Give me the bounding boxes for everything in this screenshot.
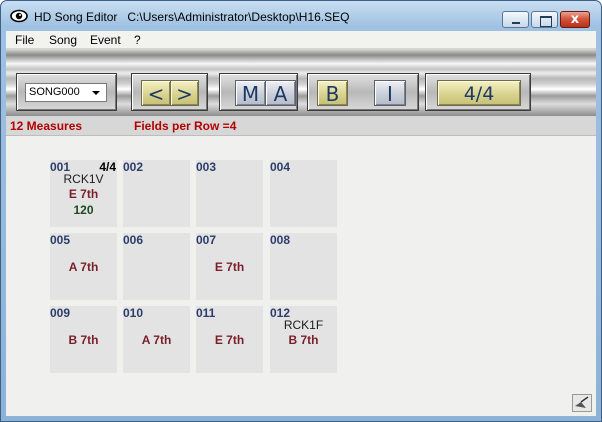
toolbar: SONG000 < > M A B I 4/4 xyxy=(6,49,596,116)
measure-cell[interactable]: 003 xyxy=(196,160,263,227)
menu-bar: File Song Event ? xyxy=(6,31,596,49)
measure-number: 009 xyxy=(50,306,71,320)
measure-number: 010 xyxy=(123,306,144,320)
measure-number: 007 xyxy=(196,233,217,247)
menu-song[interactable]: Song xyxy=(49,33,77,47)
menu-help[interactable]: ? xyxy=(134,33,141,47)
b-button[interactable]: B xyxy=(317,80,348,106)
measure-number: 005 xyxy=(50,233,71,247)
window-title: HD Song Editor C:\Users\Administrator\De… xyxy=(34,10,349,24)
measure-number: 003 xyxy=(196,160,217,174)
measure-cell[interactable]: 008 xyxy=(270,233,337,300)
navigation-group: < > xyxy=(131,73,208,111)
a-button[interactable]: A xyxy=(265,80,296,106)
minimize-button[interactable] xyxy=(502,11,529,28)
measure-cell[interactable]: 005 A 7th xyxy=(50,233,117,300)
app-window: HD Song Editor C:\Users\Administrator\De… xyxy=(0,0,602,422)
measure-style: RCK1V xyxy=(63,172,104,186)
menu-event[interactable]: Event xyxy=(90,33,121,47)
measure-number: 002 xyxy=(123,160,144,174)
measure-cell[interactable]: 006 xyxy=(123,233,190,300)
measure-cell[interactable]: 009 B 7th xyxy=(50,306,117,373)
time-signature-group: 4/4 xyxy=(425,73,531,111)
measure-cell[interactable]: 004 xyxy=(270,160,337,227)
close-icon: x xyxy=(570,12,580,27)
dropdown-arrow-icon xyxy=(92,91,100,95)
fields-per-row: Fields per Row =4 xyxy=(134,119,237,133)
app-name: HD Song Editor xyxy=(34,10,118,24)
song-select-value: SONG000 xyxy=(29,86,80,98)
measure-chord: E 7th xyxy=(68,187,99,201)
measure-cell[interactable]: 007 E 7th xyxy=(196,233,263,300)
menu-file[interactable]: File xyxy=(15,33,34,47)
measure-number: 008 xyxy=(270,233,291,247)
i-button[interactable]: I xyxy=(374,80,406,106)
measure-cell[interactable]: 001 4/4 RCK1V E 7th 120 xyxy=(50,160,117,227)
m-button[interactable]: M xyxy=(235,80,266,106)
measure-chord: E 7th xyxy=(214,333,245,347)
maximize-button[interactable] xyxy=(531,11,558,28)
title-bar[interactable]: HD Song Editor C:\Users\Administrator\De… xyxy=(1,1,601,31)
measure-chord: A 7th xyxy=(68,260,99,274)
song-select[interactable]: SONG000 xyxy=(25,83,107,102)
ma-group: M A xyxy=(219,73,298,111)
measure-grid: 001 4/4 RCK1V E 7th 120 002 003 004 005 … xyxy=(50,160,338,375)
measure-cell[interactable]: 010 A 7th xyxy=(123,306,190,373)
song-select-group: SONG000 xyxy=(16,73,117,111)
bi-group: B I xyxy=(307,73,419,111)
measure-chord: E 7th xyxy=(214,260,245,274)
measure-number: 011 xyxy=(196,306,216,320)
measure-chord: A 7th xyxy=(141,333,172,347)
measure-chord: B 7th xyxy=(288,333,319,347)
close-button[interactable]: x xyxy=(560,11,590,28)
client-area: SONG000 < > M A B I 4/4 12 Measures Fiel… xyxy=(6,49,596,416)
time-signature-button[interactable]: 4/4 xyxy=(437,80,521,106)
measure-cell[interactable]: 011 E 7th xyxy=(196,306,263,373)
info-bar: 12 Measures Fields per Row =4 xyxy=(6,116,596,136)
next-button[interactable]: > xyxy=(170,80,199,106)
measure-number: 006 xyxy=(123,233,144,247)
measure-number: 004 xyxy=(270,160,291,174)
measure-cell[interactable]: 012 RCK1F B 7th xyxy=(270,306,337,373)
measure-cell[interactable]: 002 xyxy=(123,160,190,227)
resize-grip-icon[interactable] xyxy=(572,394,592,412)
previous-button[interactable]: < xyxy=(141,80,171,106)
measures-count: 12 Measures xyxy=(10,119,83,133)
measure-tempo: 120 xyxy=(73,203,94,217)
maximize-icon xyxy=(532,12,557,27)
minimize-icon xyxy=(503,12,528,27)
measure-chord: B 7th xyxy=(68,333,99,347)
file-path: C:\Users\Administrator\Desktop\H16.SEQ xyxy=(127,10,350,24)
measure-style: RCK1F xyxy=(283,318,324,332)
app-eye-icon xyxy=(10,9,28,23)
